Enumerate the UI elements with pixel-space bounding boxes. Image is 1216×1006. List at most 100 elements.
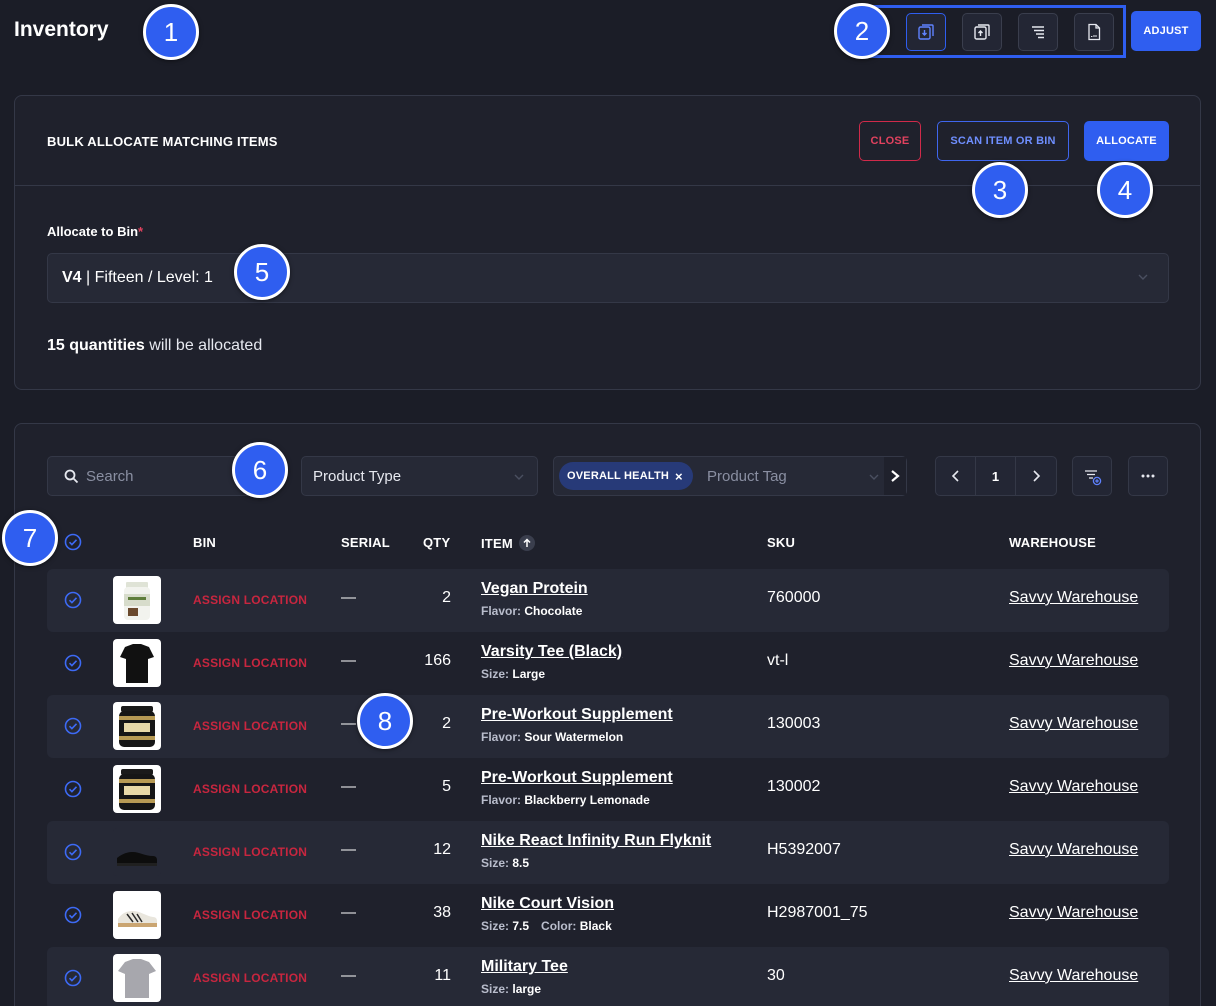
- qty-value: 166: [424, 652, 451, 669]
- sku-value: H5392007: [767, 841, 841, 858]
- callout-marker: 6: [232, 442, 288, 498]
- tag-chip-overall-health: OVERALL HEALTH ×: [559, 462, 693, 490]
- warehouse-link[interactable]: Savvy Warehouse: [1009, 652, 1138, 670]
- item-name-link[interactable]: Vegan Protein: [481, 580, 588, 598]
- table-row[interactable]: ASSIGN LOCATION — 11 Military Tee Size: …: [47, 947, 1169, 1006]
- export-icon: [974, 24, 990, 40]
- import-button[interactable]: [906, 13, 946, 51]
- item-name-link[interactable]: Varsity Tee (Black): [481, 643, 622, 661]
- item-name-link[interactable]: Nike Court Vision: [481, 895, 614, 913]
- assign-location-link[interactable]: ASSIGN LOCATION: [193, 908, 307, 922]
- item-name-link[interactable]: Pre-Workout Supplement: [481, 769, 673, 787]
- warehouse-link[interactable]: Savvy Warehouse: [1009, 589, 1138, 607]
- callout-marker: 2: [834, 3, 890, 59]
- assign-location-link[interactable]: ASSIGN LOCATION: [193, 656, 307, 670]
- tag-scroll-right[interactable]: [884, 457, 906, 495]
- sku-value: H2987001_75: [767, 904, 868, 921]
- column-header-serial[interactable]: SERIAL: [341, 535, 390, 550]
- row-checkbox[interactable]: [64, 843, 82, 861]
- product-thumbnail: [113, 828, 161, 876]
- assign-location-link[interactable]: ASSIGN LOCATION: [193, 845, 307, 859]
- bin-select[interactable]: V4 | Fifteen / Level: 1: [47, 253, 1169, 303]
- row-checkbox[interactable]: [64, 780, 82, 798]
- row-checkbox[interactable]: [64, 654, 82, 672]
- scan-item-or-bin-button[interactable]: SCAN ITEM OR BIN: [937, 121, 1069, 161]
- select-all-checkbox[interactable]: [64, 533, 82, 551]
- item-variant: Flavor: Blackberry Lemonade: [481, 793, 650, 807]
- column-header-qty[interactable]: QTY: [423, 535, 450, 550]
- add-filter-button[interactable]: [1072, 456, 1112, 496]
- product-thumbnail: [113, 639, 161, 687]
- column-header-sku[interactable]: SKU: [767, 535, 795, 550]
- bin-select-value: V4 | Fifteen / Level: 1: [62, 269, 213, 286]
- table-row[interactable]: ASSIGN LOCATION — 2 Pre-Workout Suppleme…: [47, 695, 1169, 758]
- current-page[interactable]: 1: [976, 457, 1016, 495]
- serial-value: —: [341, 904, 356, 921]
- search-icon: [64, 469, 79, 484]
- product-type-select[interactable]: Product Type: [301, 456, 538, 496]
- chevron-right-icon: [1033, 470, 1041, 482]
- product-tag-select[interactable]: OVERALL HEALTH × Product Tag: [553, 456, 907, 496]
- row-checkbox[interactable]: [64, 969, 82, 987]
- item-name-link[interactable]: Military Tee: [481, 958, 568, 976]
- assign-location-link[interactable]: ASSIGN LOCATION: [193, 593, 307, 607]
- product-type-value: Product Type: [313, 468, 402, 485]
- allocation-summary: 15 quantities will be allocated: [47, 337, 263, 354]
- warehouse-link[interactable]: Savvy Warehouse: [1009, 715, 1138, 733]
- column-header-warehouse[interactable]: WAREHOUSE: [1009, 535, 1096, 550]
- warehouse-link[interactable]: Savvy Warehouse: [1009, 778, 1138, 796]
- sort-ascending-icon[interactable]: [518, 535, 535, 551]
- page-title: Inventory: [14, 18, 109, 41]
- row-checkbox[interactable]: [64, 717, 82, 735]
- export-button[interactable]: [962, 13, 1002, 51]
- row-checkbox[interactable]: [64, 591, 82, 609]
- adjust-button[interactable]: ADJUST: [1131, 11, 1201, 51]
- product-thumbnail: [113, 891, 161, 939]
- chevron-down-icon: [869, 474, 879, 480]
- callout-marker: 8: [357, 693, 413, 749]
- prev-page-button[interactable]: [936, 457, 976, 495]
- search-input[interactable]: [86, 457, 256, 495]
- serial-value: —: [341, 589, 356, 606]
- product-tag-placeholder: Product Tag: [707, 468, 787, 485]
- serial-value: —: [341, 778, 356, 795]
- pagination: 1: [935, 456, 1057, 496]
- row-checkbox[interactable]: [64, 906, 82, 924]
- item-variant: Flavor: Chocolate: [481, 604, 583, 618]
- chevron-down-icon: [1138, 274, 1148, 280]
- warehouse-link[interactable]: Savvy Warehouse: [1009, 904, 1138, 922]
- table-row[interactable]: ASSIGN LOCATION — 2 Vegan Protein Flavor…: [47, 569, 1169, 632]
- product-thumbnail: [113, 702, 161, 750]
- assign-location-link[interactable]: ASSIGN LOCATION: [193, 782, 307, 796]
- column-header-bin[interactable]: BIN: [193, 535, 216, 550]
- item-name-link[interactable]: Nike React Infinity Run Flyknit: [481, 832, 711, 850]
- more-options-button[interactable]: [1128, 456, 1168, 496]
- column-header-item[interactable]: ITEM: [481, 535, 535, 551]
- serial-value: —: [341, 715, 356, 732]
- product-thumbnail: [113, 954, 161, 1002]
- csv-export-button[interactable]: [1074, 13, 1114, 51]
- assign-location-link[interactable]: ASSIGN LOCATION: [193, 971, 307, 985]
- import-icon: [918, 24, 934, 40]
- warehouse-link[interactable]: Savvy Warehouse: [1009, 967, 1138, 985]
- list-view-button[interactable]: [1018, 13, 1058, 51]
- remove-tag-icon[interactable]: ×: [675, 469, 683, 484]
- search-box[interactable]: [47, 456, 262, 496]
- csv-file-icon: [1088, 23, 1101, 41]
- sku-value: 130002: [767, 778, 821, 795]
- item-name-link[interactable]: Pre-Workout Supplement: [481, 706, 673, 724]
- table-row[interactable]: ASSIGN LOCATION — 5 Pre-Workout Suppleme…: [47, 758, 1169, 821]
- table-row[interactable]: ASSIGN LOCATION — 12 Nike React Infinity…: [47, 821, 1169, 884]
- item-variant: Size: 7.5 Color: Black: [481, 919, 612, 933]
- qty-value: 38: [433, 904, 451, 921]
- warehouse-link[interactable]: Savvy Warehouse: [1009, 841, 1138, 859]
- filter-add-icon: [1085, 470, 1102, 486]
- table-row[interactable]: ASSIGN LOCATION — 38 Nike Court Vision S…: [47, 884, 1169, 947]
- callout-marker: 5: [234, 244, 290, 300]
- table-row[interactable]: ASSIGN LOCATION — 166 Varsity Tee (Black…: [47, 632, 1169, 695]
- required-mark: *: [138, 224, 144, 239]
- next-page-button[interactable]: [1016, 457, 1056, 495]
- assign-location-link[interactable]: ASSIGN LOCATION: [193, 719, 307, 733]
- allocate-button[interactable]: ALLOCATE: [1084, 121, 1169, 161]
- close-button[interactable]: CLOSE: [859, 121, 921, 161]
